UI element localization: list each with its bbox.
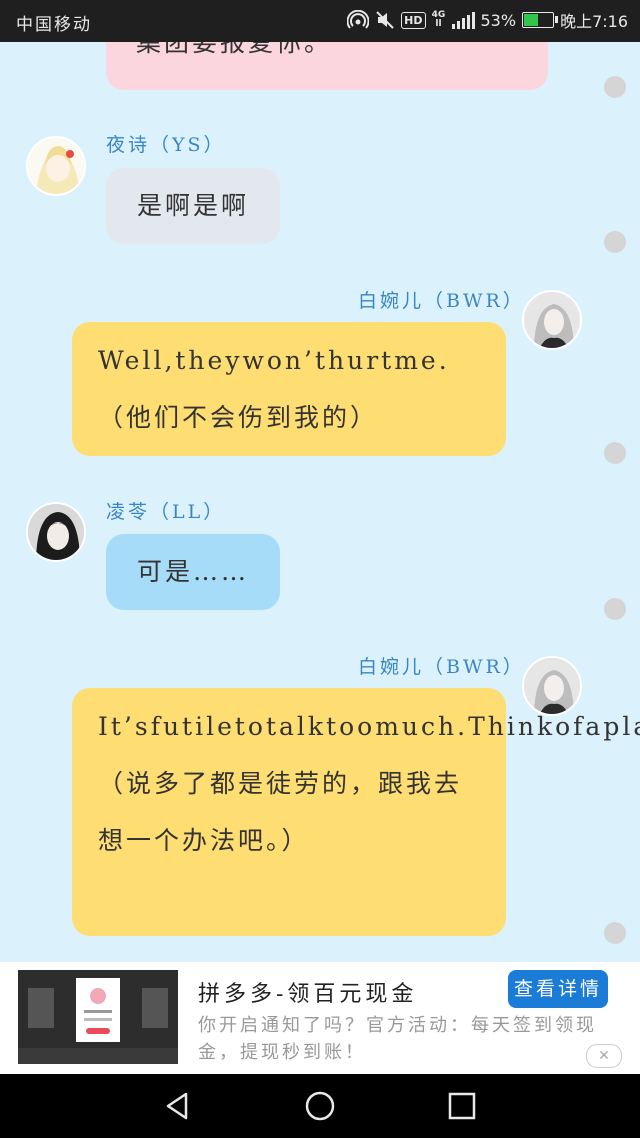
hotspot-icon	[347, 10, 370, 29]
sender-name: 凌苓（LL）	[106, 501, 226, 523]
close-icon[interactable]: ✕	[586, 1044, 622, 1068]
chat-bubble: 可是……	[106, 534, 280, 610]
avatar[interactable]	[26, 502, 86, 562]
navigation-bar	[0, 1074, 640, 1138]
hd-icon: HD	[401, 11, 426, 29]
recents-icon[interactable]	[446, 1090, 478, 1122]
sender-name: 夜诗（YS）	[106, 134, 226, 156]
chat-dot	[604, 922, 626, 944]
carrier-label: 中国移动	[16, 15, 92, 35]
back-icon[interactable]	[162, 1090, 194, 1122]
ad-banner[interactable]: 拼多多-领百元现金 你开启通知了吗？官方活动：每天签到领现金，提现秒到账！ 查看…	[0, 962, 640, 1074]
ad-thumbnail[interactable]	[18, 970, 178, 1064]
home-icon[interactable]	[304, 1090, 336, 1122]
avatar[interactable]	[26, 136, 86, 196]
ad-details-button[interactable]: 查看详情	[508, 970, 608, 1008]
avatar[interactable]	[522, 290, 582, 350]
status-icons: HD 4G ll 53% 晚上7:16	[347, 8, 628, 32]
chat-bubble: It’sfutiletotalktoomuch.Thinkofaplanwith…	[72, 688, 640, 936]
chat-bubble: 是啊是啊	[106, 168, 280, 244]
chat-bubble: Well,theywon’thurtme.（他们不会伤到我的）	[72, 322, 506, 456]
sender-name: 白婉儿（BWR）	[358, 656, 525, 678]
chat-dot	[604, 598, 626, 620]
battery-icon	[522, 12, 559, 28]
chat-dot	[604, 442, 626, 464]
chat-bubble: 集团要报复你。	[106, 42, 548, 90]
chat-area[interactable]: 集团要报复你。 夜诗（YS） 是啊是啊 白婉儿（BWR） Well,theywo…	[0, 42, 640, 962]
avatar[interactable]	[522, 656, 582, 716]
ad-description[interactable]: 你开启通知了吗？官方活动：每天签到领现金，提现秒到账！	[198, 1012, 618, 1066]
4g-icon: 4G ll	[431, 10, 446, 29]
chat-dot	[604, 76, 626, 98]
signal-icon	[451, 11, 475, 29]
sender-name: 白婉儿（BWR）	[358, 290, 525, 312]
status-time: 晚上7:16	[560, 12, 628, 31]
status-bar: 中国移动 HD 4G ll 53% 晚上7:16	[0, 0, 640, 42]
battery-percent: 53%	[480, 10, 517, 30]
chat-dot	[604, 231, 626, 253]
mute-icon	[376, 11, 394, 29]
ad-title[interactable]: 拼多多-领百元现金	[198, 976, 417, 1008]
